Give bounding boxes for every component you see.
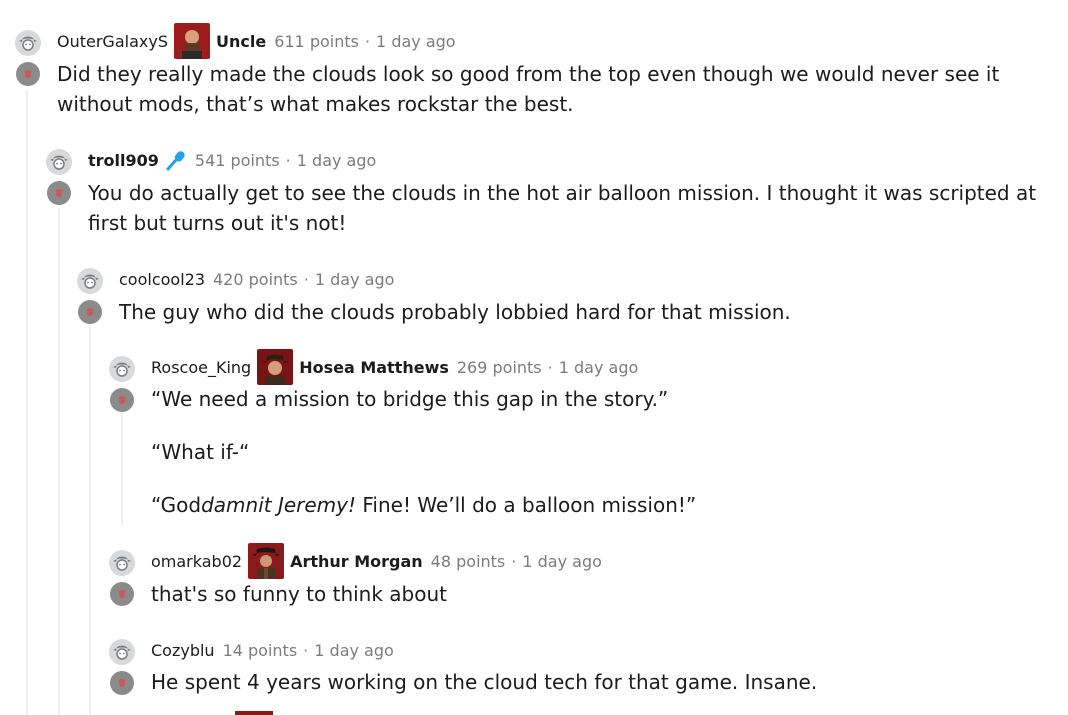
hosea-matthews-flair-icon	[257, 349, 294, 385]
collapse-thread-icon[interactable]	[110, 388, 134, 412]
comment-text: “God	[151, 493, 202, 517]
cowboy-avatar-icon[interactable]	[15, 30, 41, 56]
comment-points: 420 points	[213, 269, 298, 289]
comment-points: 611 points	[274, 31, 359, 51]
comment-line: He spent 4 years working on the cloud te…	[151, 670, 818, 694]
cowboy-avatar-icon[interactable]	[77, 268, 103, 294]
comment-body: that's so funny to think about	[151, 579, 447, 609]
comment-points: 48 points	[430, 551, 506, 571]
meta-separator: ·	[285, 150, 291, 170]
comment-time[interactable]: 1 day ago	[297, 151, 377, 170]
comment-meta: Roscoe_King Hosea Matthews 269 points · …	[151, 349, 639, 385]
user-flair: Arthur Morgan	[290, 551, 423, 571]
collapse-thread-icon[interactable]	[78, 300, 102, 324]
comment-line: You do actually get to see the clouds in…	[88, 181, 1037, 205]
author-link[interactable]: Cozyblu	[151, 641, 215, 660]
meta-separator: ·	[547, 357, 553, 377]
comment-line: without mods, that’s what makes rockstar…	[57, 92, 574, 116]
comment-body: Did they really made the clouds look so …	[57, 59, 999, 119]
thread-line-level-2[interactable]	[58, 208, 60, 715]
uncle-flair-icon	[173, 23, 210, 59]
arthur-morgan-flair-icon	[248, 543, 285, 579]
comment-points: 14 points	[222, 640, 298, 660]
comment-line: Did they really made the clouds look so …	[57, 62, 1000, 86]
comment-body: He spent 4 years working on the cloud te…	[151, 667, 817, 697]
cowboy-avatar-icon[interactable]	[109, 550, 135, 576]
comment-body: “We need a mission to bridge this gap in…	[151, 384, 696, 520]
author-link[interactable]: OuterGalaxyS	[57, 32, 168, 51]
comment-emphasis: damnit Jeremy!	[201, 493, 357, 517]
author-link[interactable]: Roscoe_King	[151, 358, 251, 377]
comment-time[interactable]: 1 day ago	[376, 32, 456, 51]
collapse-thread-icon[interactable]	[47, 181, 71, 205]
author-link[interactable]: coolcool23	[119, 270, 205, 289]
cowboy-avatar-icon[interactable]	[109, 639, 135, 665]
comment-body: The guy who did the clouds probably lobb…	[119, 297, 791, 327]
cowboy-avatar-icon[interactable]	[109, 356, 135, 382]
comment-points: 541 points	[194, 150, 280, 170]
comment-meta: troll909 541 points · 1 day ago	[88, 144, 376, 176]
comment-line: first but turns out it's not!	[88, 211, 347, 235]
collapse-thread-icon[interactable]	[110, 671, 134, 695]
comment-body: You do actually get to see the clouds in…	[88, 178, 1036, 238]
comment-line: “What if-“	[151, 440, 250, 464]
comment-meta: OuterGalaxyS Uncle 611 points · 1 day ag…	[57, 23, 456, 59]
author-link[interactable]: troll909	[88, 151, 159, 170]
comment-points: 269 points	[456, 357, 542, 377]
collapse-thread-icon[interactable]	[110, 582, 134, 606]
next-comment-flair-icon	[235, 711, 273, 715]
microphone-icon	[165, 149, 187, 171]
collapse-thread-icon[interactable]	[16, 62, 40, 86]
comment-meta: coolcool23 420 points · 1 day ago	[119, 263, 394, 295]
comment-time[interactable]: 1 day ago	[522, 552, 602, 571]
comment-time[interactable]: 1 day ago	[314, 641, 394, 660]
comment-line: “Goddamnit Jeremy! Fine! We’ll do a ball…	[151, 490, 696, 520]
comment-line: “We need a mission to bridge this gap in…	[151, 387, 669, 411]
comment-line: The guy who did the clouds probably lobb…	[119, 300, 791, 324]
comment-line: that's so funny to think about	[151, 582, 447, 606]
user-flair: Hosea Matthews	[299, 357, 449, 377]
meta-separator: ·	[511, 551, 517, 571]
cowboy-avatar-icon[interactable]	[46, 149, 72, 175]
meta-separator: ·	[364, 31, 371, 51]
thread-line-level-1[interactable]	[26, 90, 28, 715]
comment-time[interactable]: 1 day ago	[315, 270, 395, 289]
thread-line-level-4[interactable]	[121, 412, 123, 526]
comment-text: Fine! We’ll do a balloon mission!”	[356, 493, 697, 517]
author-link[interactable]: omarkab02	[151, 552, 242, 571]
meta-separator: ·	[303, 269, 309, 289]
comment-meta: omarkab02 Arthur Morgan 48 points · 1 da…	[151, 543, 602, 579]
comment-meta: Cozyblu 14 points · 1 day ago	[151, 634, 394, 666]
meta-separator: ·	[303, 640, 309, 660]
thread-line-level-3[interactable]	[89, 326, 91, 715]
comment-time[interactable]: 1 day ago	[559, 358, 639, 377]
user-flair: Uncle	[215, 31, 267, 51]
